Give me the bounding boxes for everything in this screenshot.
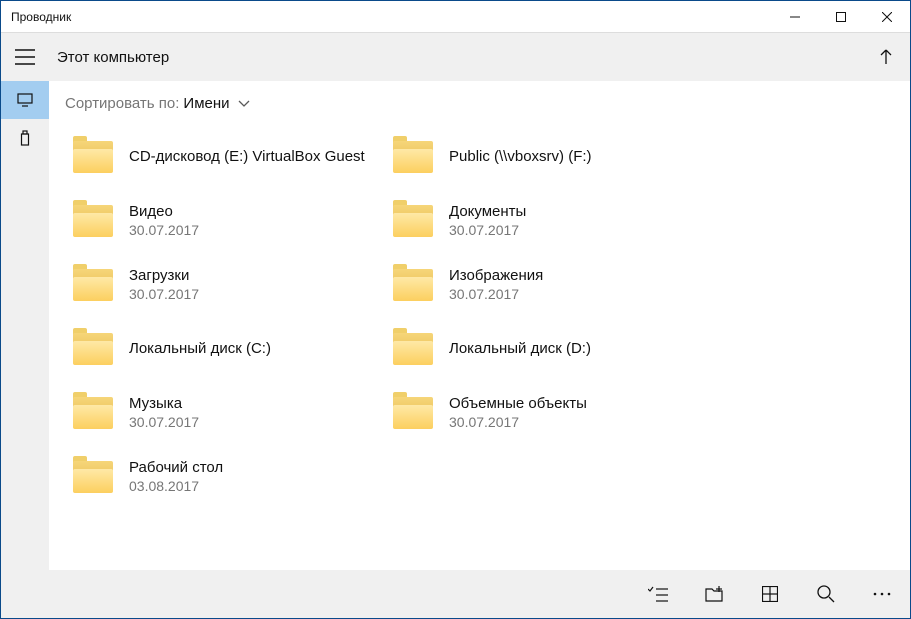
file-grid: CD-дисковод (E:) VirtualBox Guest Public …	[49, 125, 910, 570]
close-button[interactable]	[864, 1, 910, 33]
main: Сортировать по: Имени CD-дисковод (E:) V…	[49, 81, 910, 570]
folder-item[interactable]: Документы30.07.2017	[385, 189, 705, 253]
sort-button[interactable]: Сортировать по: Имени	[49, 81, 910, 125]
item-date: 30.07.2017	[129, 222, 199, 240]
folder-item[interactable]: Изображения30.07.2017	[385, 253, 705, 317]
sort-label: Сортировать по:	[65, 95, 179, 112]
item-name: Музыка	[129, 395, 199, 414]
folder-icon	[69, 397, 117, 429]
search-icon	[817, 585, 835, 603]
minimize-button[interactable]	[772, 1, 818, 33]
folder-icon	[69, 461, 117, 493]
this-pc-icon	[17, 93, 33, 107]
folder-icon	[69, 141, 117, 173]
header: Этот компьютер	[1, 33, 910, 81]
item-name: Загрузки	[129, 267, 199, 286]
sidebar-item-this-pc[interactable]	[1, 81, 49, 119]
item-name: Видео	[129, 203, 199, 222]
new-folder-button[interactable]	[686, 570, 742, 618]
grid-icon	[762, 586, 778, 602]
folder-item[interactable]: Загрузки30.07.2017	[65, 253, 385, 317]
sidebar	[1, 81, 49, 570]
new-folder-icon	[705, 586, 723, 602]
more-button[interactable]	[854, 570, 910, 618]
window-title: Проводник	[11, 10, 772, 24]
window: Проводник Этот компьютер	[0, 0, 911, 619]
folder-icon	[389, 141, 437, 173]
item-name: Локальный диск (C:)	[129, 340, 271, 359]
up-button[interactable]	[862, 33, 910, 81]
body: Сортировать по: Имени CD-дисковод (E:) V…	[1, 81, 910, 570]
folder-item[interactable]: Объемные объекты30.07.2017	[385, 381, 705, 445]
folder-item[interactable]: Музыка30.07.2017	[65, 381, 385, 445]
folder-icon	[69, 333, 117, 365]
item-name: Объемные объекты	[449, 395, 587, 414]
chevron-down-icon	[238, 95, 250, 112]
folder-item[interactable]: CD-дисковод (E:) VirtualBox Guest	[65, 125, 385, 189]
item-name: Public (\\vboxsrv) (F:)	[449, 148, 592, 167]
item-name: Рабочий стол	[129, 459, 223, 478]
close-icon	[882, 12, 892, 22]
folder-item[interactable]: Рабочий стол03.08.2017	[65, 445, 385, 509]
item-name: Документы	[449, 203, 526, 222]
sort-value: Имени	[183, 95, 229, 112]
folder-item[interactable]: Public (\\vboxsrv) (F:)	[385, 125, 705, 189]
maximize-icon	[836, 12, 846, 22]
usb-icon	[20, 130, 30, 146]
folder-icon	[389, 333, 437, 365]
item-name: Локальный диск (D:)	[449, 340, 591, 359]
view-layout-button[interactable]	[742, 570, 798, 618]
hamburger-icon	[15, 49, 35, 65]
select-mode-button[interactable]	[630, 570, 686, 618]
folder-icon	[389, 397, 437, 429]
item-date: 30.07.2017	[449, 414, 587, 432]
ellipsis-icon	[873, 592, 891, 596]
item-name: Изображения	[449, 267, 543, 286]
search-button[interactable]	[798, 570, 854, 618]
folder-icon	[69, 205, 117, 237]
checklist-icon	[648, 586, 668, 602]
folder-icon	[389, 205, 437, 237]
folder-icon	[69, 269, 117, 301]
item-name: CD-дисковод (E:) VirtualBox Guest	[129, 148, 365, 167]
folder-icon	[389, 269, 437, 301]
item-date: 30.07.2017	[449, 222, 526, 240]
maximize-button[interactable]	[818, 1, 864, 33]
item-date: 30.07.2017	[449, 286, 543, 304]
location-text[interactable]: Этот компьютер	[49, 49, 862, 66]
folder-item[interactable]: Видео30.07.2017	[65, 189, 385, 253]
titlebar: Проводник	[1, 1, 910, 33]
menu-button[interactable]	[1, 33, 49, 81]
item-date: 30.07.2017	[129, 286, 199, 304]
minimize-icon	[790, 12, 800, 22]
folder-item[interactable]: Локальный диск (D:)	[385, 317, 705, 381]
item-date: 03.08.2017	[129, 478, 223, 496]
sidebar-item-removable[interactable]	[1, 119, 49, 157]
up-arrow-icon	[878, 49, 894, 65]
footer	[1, 570, 910, 618]
item-date: 30.07.2017	[129, 414, 199, 432]
folder-item[interactable]: Локальный диск (C:)	[65, 317, 385, 381]
